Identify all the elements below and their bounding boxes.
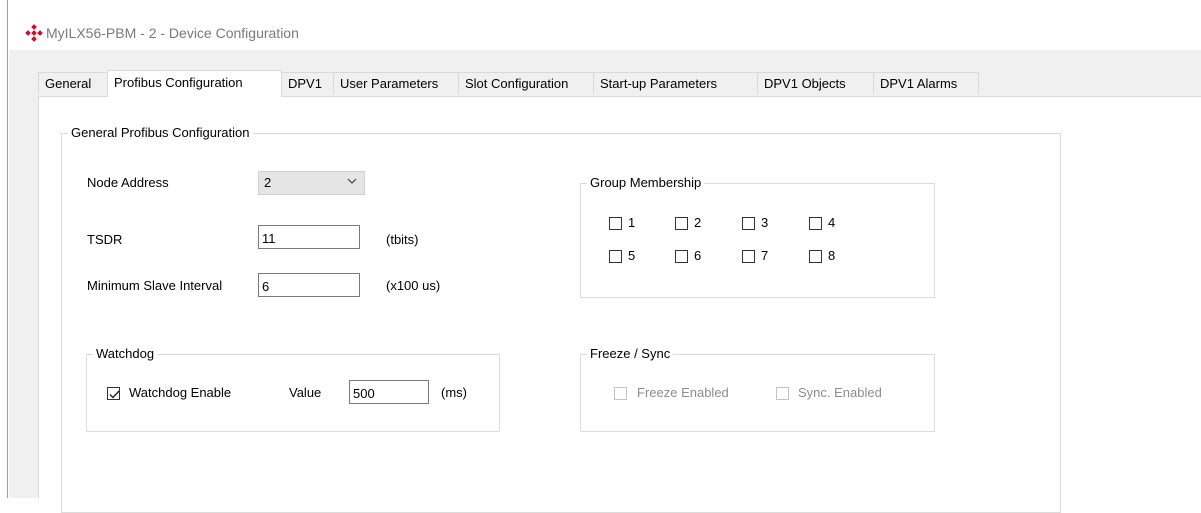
min-slave-interval-input[interactable] [258,273,360,297]
group-7-checkbox[interactable] [742,250,755,263]
group-6-label: 6 [694,248,702,263]
tab-user-parameters[interactable]: User Parameters [333,72,459,94]
watchdog-legend: Watchdog [93,346,158,361]
freeze-enabled-checkbox[interactable] [614,387,627,400]
watchdog-enable-label: Watchdog Enable [129,385,232,400]
group-8-label: 8 [828,248,836,263]
min-slave-interval-label: Minimum Slave Interval [87,278,223,293]
tab-slot-configuration[interactable]: Slot Configuration [458,72,594,94]
node-address-value: 2 [264,175,272,190]
tab-dpv1-objects[interactable]: DPV1 Objects [757,72,874,94]
watchdog-value-input[interactable] [349,380,429,404]
group-membership-groupbox: Group Membership [580,175,935,298]
watchdog-value-label: Value [289,385,322,400]
title-bar: MyILX56-PBM - 2 - Device Configuration [9,10,1201,50]
tab-profibus-configuration[interactable]: Profibus Configuration [107,70,282,97]
sync-enabled-checkbox[interactable] [776,387,789,400]
tab-startup-parameters[interactable]: Start-up Parameters [593,72,758,94]
general-profibus-legend: General Profibus Configuration [68,125,253,140]
watchdog-enable-checkbox[interactable] [107,387,120,400]
tab-general[interactable]: General [38,72,108,94]
tab-panel-profibus-configuration: General Profibus Configuration Node Addr… [38,96,1201,513]
tab-dpv1[interactable]: DPV1 [281,72,334,94]
group-5-label: 5 [628,248,636,263]
node-address-select[interactable]: 2 [258,171,365,195]
node-address-label: Node Address [87,175,169,190]
window-title: MyILX56-PBM - 2 - Device Configuration [46,25,299,41]
group-membership-legend: Group Membership [587,175,705,190]
app-icon [25,24,43,42]
group-4-label: 4 [828,215,836,230]
min-slave-interval-unit-label: (x100 us) [386,278,441,293]
group-7-label: 7 [761,248,769,263]
group-8-checkbox[interactable] [809,250,822,263]
group-3-label: 3 [761,215,769,230]
watchdog-unit-label: (ms) [441,385,467,400]
tsdr-unit-label: (tbits) [386,232,419,247]
chevron-down-icon [346,175,358,187]
tsdr-label: TSDR [87,232,123,247]
freeze-enabled-label: Freeze Enabled [637,385,729,400]
group-2-label: 2 [694,215,702,230]
group-2-checkbox[interactable] [675,217,688,230]
freeze-sync-legend: Freeze / Sync [587,346,674,361]
group-1-label: 1 [628,215,636,230]
group-4-checkbox[interactable] [809,217,822,230]
group-5-checkbox[interactable] [609,250,622,263]
checkmark-icon [109,390,120,399]
group-1-checkbox[interactable] [609,217,622,230]
tsdr-input[interactable] [258,225,360,249]
group-3-checkbox[interactable] [742,217,755,230]
sync-enabled-label: Sync. Enabled [798,385,882,400]
group-6-checkbox[interactable] [675,250,688,263]
tab-dpv1-alarms[interactable]: DPV1 Alarms [873,72,979,94]
window-left-edge [0,0,8,498]
